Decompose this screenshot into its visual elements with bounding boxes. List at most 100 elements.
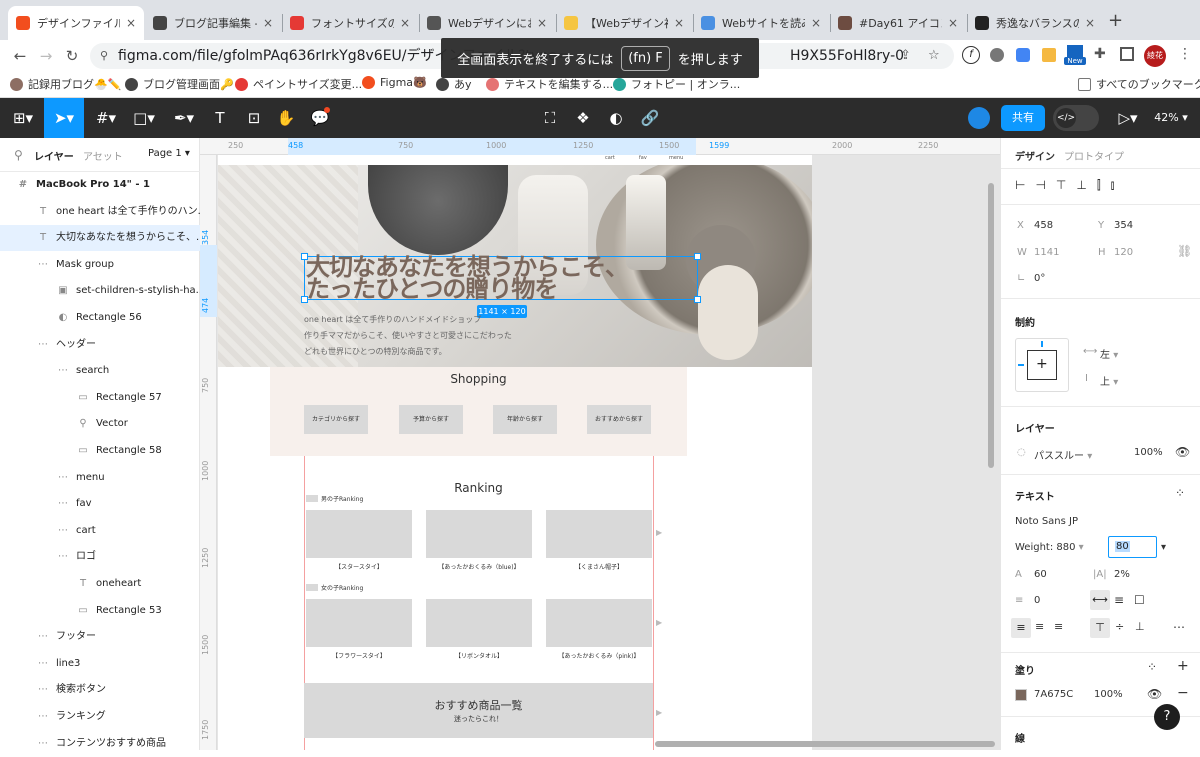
tab-layers[interactable]: レイヤー: [34, 148, 74, 163]
tab-close-icon[interactable]: ×: [263, 16, 273, 30]
new-tab-button[interactable]: +: [1108, 10, 1123, 31]
text-styles-icon[interactable]: ⁘: [1175, 486, 1185, 500]
layer-row[interactable]: Tone heart は全て手作りのハン...: [0, 199, 200, 225]
help-button[interactable]: ?: [1154, 704, 1180, 730]
layer-row[interactable]: ▭ Rectangle 58: [0, 438, 200, 464]
header-link[interactable]: menu: [669, 155, 683, 161]
horizontal-constraint-select[interactable]: 左 ▾: [1100, 346, 1118, 361]
align-center-icon[interactable]: ≡: [1035, 620, 1044, 633]
layer-visibility-icon[interactable]: 👁: [1175, 445, 1190, 459]
text-tool-icon[interactable]: T: [210, 108, 230, 128]
fill-opacity-input[interactable]: 100%: [1094, 689, 1123, 700]
hero-body[interactable]: one heart は全て手作りのハンドメイドショップ 作り手ママだからこそ、使…: [304, 312, 512, 360]
tab-close-icon[interactable]: ×: [811, 16, 821, 30]
layer-row[interactable]: ⋯ Mask group: [0, 252, 200, 278]
shopping-category-button[interactable]: カテゴリから探す: [304, 405, 368, 434]
product-card-image[interactable]: [546, 599, 652, 647]
reload-icon[interactable]: ↻: [62, 46, 82, 66]
transform-icon[interactable]: ⛶: [540, 108, 560, 128]
browser-tab[interactable]: #Day61 アイコン ×: [830, 6, 966, 40]
browser-tab[interactable]: 秀逸なバランスの ×: [967, 6, 1103, 40]
tab-prototype[interactable]: プロトタイプ: [1064, 148, 1124, 163]
layer-row[interactable]: ⋯ 検索ボタン: [0, 677, 200, 703]
layer-row[interactable]: ⋯ フッター: [0, 624, 200, 650]
extension-formula-icon[interactable]: f: [962, 46, 980, 64]
dev-mode-toggle[interactable]: </>: [1053, 105, 1099, 131]
add-fill-icon[interactable]: +: [1177, 658, 1189, 674]
hero-heading[interactable]: 大切なあなたを想うからこそ、 たったひとつの贈り物を: [306, 255, 706, 301]
product-card-image[interactable]: [306, 599, 412, 647]
layer-row[interactable]: ▣ set-children-s-stylish-ha...: [0, 278, 200, 304]
vertical-scrollbar[interactable]: [988, 183, 994, 468]
extension-compass-icon[interactable]: [990, 48, 1004, 62]
layer-row[interactable]: ▭ Rectangle 57: [0, 385, 200, 411]
blend-select[interactable]: パススルー ▾: [1034, 447, 1092, 462]
y-input[interactable]: 354: [1114, 220, 1133, 231]
tab-design[interactable]: デザイン: [1015, 148, 1055, 163]
hand-tool-icon[interactable]: ✋: [276, 108, 296, 128]
product-card-image[interactable]: [306, 510, 412, 558]
extension-new-icon[interactable]: New: [1064, 45, 1086, 67]
layer-row[interactable]: ⋯ ヘッダー: [0, 332, 200, 358]
browser-tab[interactable]: フォントサイズの ×: [282, 6, 418, 40]
more-text-options-icon[interactable]: ⋯: [1173, 620, 1185, 634]
layer-row[interactable]: ⋯ cart: [0, 518, 200, 544]
bookmark-star-icon[interactable]: ☆: [928, 43, 940, 69]
user-avatar[interactable]: [968, 107, 990, 129]
layer-row[interactable]: ◐ Rectangle 56: [0, 305, 200, 331]
browser-tab[interactable]: Webデザインにお ×: [419, 6, 555, 40]
align-right-icon[interactable]: ≡: [1054, 620, 1063, 633]
present-icon[interactable]: ▷▾: [1116, 108, 1140, 128]
font-size-input[interactable]: 80: [1108, 536, 1157, 558]
recommend-next-arrow[interactable]: ▶: [656, 708, 662, 717]
auto-height-icon[interactable]: ≡: [1114, 593, 1124, 607]
shopping-category-button[interactable]: 年齢から探す: [493, 405, 557, 434]
bookmark-item[interactable]: Figma🐻: [362, 76, 427, 89]
forward-icon[interactable]: →: [36, 46, 56, 66]
layer-row[interactable]: ⋯ コンテンツおすすめ商品: [0, 731, 200, 757]
zoom-level[interactable]: 42% ▾: [1152, 108, 1190, 128]
browser-tab[interactable]: Webサイトを読み ×: [693, 6, 829, 40]
shopping-category-button[interactable]: 予算から探す: [399, 405, 463, 434]
constrain-proportions-icon[interactable]: ⛓: [1177, 244, 1192, 258]
w-input[interactable]: 1141: [1034, 247, 1059, 258]
layer-row[interactable]: ⚲ Vector: [0, 411, 200, 437]
side-panel-icon[interactable]: [1120, 47, 1134, 61]
all-bookmarks[interactable]: すべてのブックマーク: [1078, 76, 1200, 92]
bookmark-item[interactable]: ペイントサイズ変更...: [235, 76, 362, 92]
fill-visibility-icon[interactable]: 👁: [1147, 687, 1162, 701]
back-icon[interactable]: ←: [10, 46, 30, 66]
layer-opacity-input[interactable]: 100%: [1134, 447, 1163, 458]
component-icon[interactable]: ❖: [573, 108, 593, 128]
resources-icon[interactable]: ⊡: [244, 108, 264, 128]
browser-menu-icon[interactable]: ⋮: [1178, 46, 1192, 62]
layer-row[interactable]: ⋯ ロゴ: [0, 544, 200, 570]
font-weight-select[interactable]: Weight: 880 ▾: [1015, 542, 1084, 553]
bookmark-item[interactable]: ブログ管理画面🔑: [125, 76, 234, 92]
figma-main-menu-icon[interactable]: ⊞▾: [10, 108, 36, 128]
tab-close-icon[interactable]: ×: [948, 16, 958, 30]
auto-width-icon[interactable]: ⟷: [1090, 590, 1110, 610]
constraints-widget[interactable]: +: [1015, 338, 1069, 392]
site-info-icon[interactable]: ⚲: [100, 43, 108, 69]
font-family-select[interactable]: Noto Sans JP: [1015, 516, 1078, 527]
page-selector[interactable]: Page 1 ▾: [148, 148, 190, 159]
browser-tab[interactable]: 【Webデザイン初 ×: [556, 6, 692, 40]
header-link[interactable]: cart: [605, 155, 615, 161]
layer-row[interactable]: T 大切なあなたを想うからこそ、...: [0, 225, 200, 252]
share-button[interactable]: 共有: [1001, 105, 1045, 131]
tab-assets[interactable]: アセット: [83, 148, 123, 163]
profile-avatar[interactable]: 綾花: [1144, 45, 1166, 67]
layer-row[interactable]: ⋯ line3: [0, 651, 200, 677]
extension-note-icon[interactable]: [1042, 48, 1056, 62]
design-canvas[interactable]: 250 458 750 1000 1250 1500 1599 2000 2250 354 474…: [200, 138, 1000, 750]
share-page-icon[interactable]: ⇪: [900, 43, 911, 69]
vertical-constraint-select[interactable]: 上 ▾: [1100, 373, 1118, 388]
line-height-input[interactable]: 60: [1034, 569, 1047, 580]
bookmark-item[interactable]: あy: [436, 76, 472, 92]
browser-tab[interactable]: ブログ記事編集 - l ×: [145, 6, 281, 40]
header-link[interactable]: fav: [639, 155, 647, 161]
extension-download-icon[interactable]: [1016, 48, 1030, 62]
product-card-image[interactable]: [426, 510, 532, 558]
move-tool-button[interactable]: ➤▾: [44, 98, 84, 138]
